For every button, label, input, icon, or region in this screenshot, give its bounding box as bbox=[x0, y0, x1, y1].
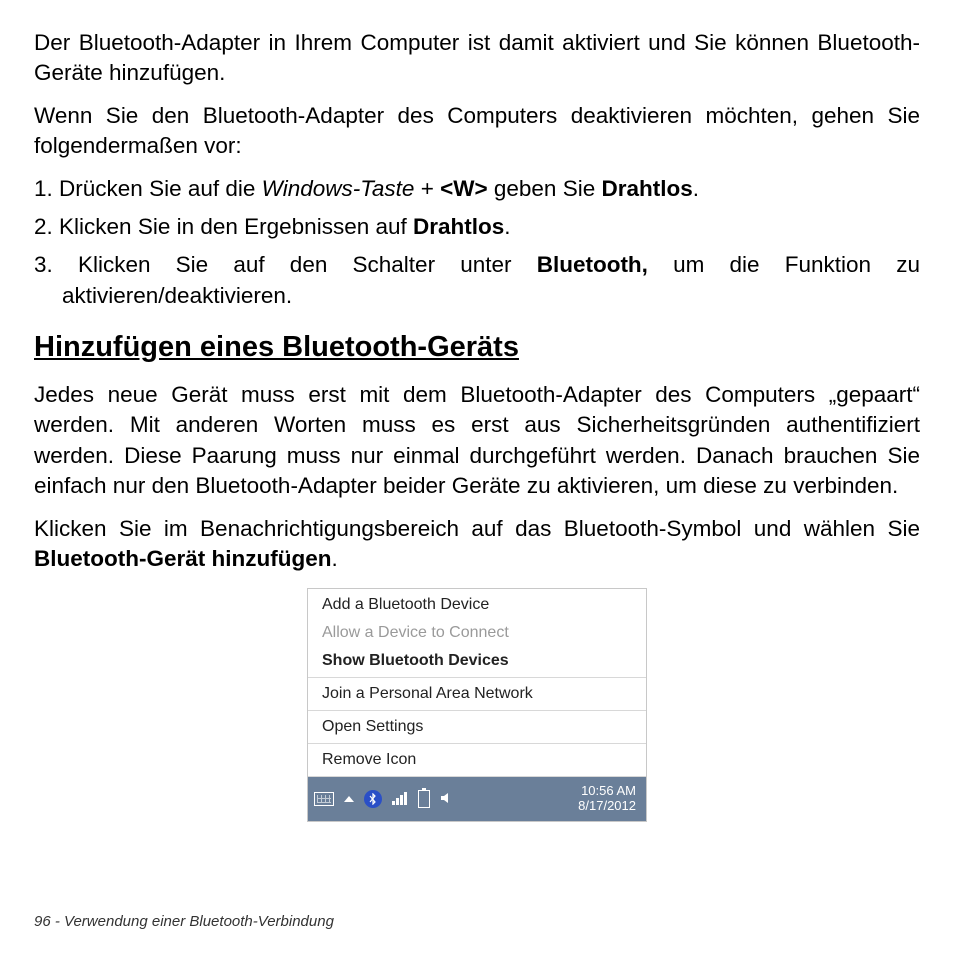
text-bold: <W> bbox=[440, 176, 488, 201]
clock[interactable]: 10:56 AM 8/17/2012 bbox=[578, 784, 640, 814]
volume-icon[interactable] bbox=[440, 791, 454, 808]
step-number: 2. bbox=[34, 214, 59, 239]
text: . bbox=[504, 214, 510, 239]
text: geben Sie bbox=[488, 176, 602, 201]
menu-item-allow-connect: Allow a Device to Connect bbox=[308, 619, 646, 647]
text-bold: Bluetooth-Gerät hinzufügen bbox=[34, 546, 331, 571]
battery-icon[interactable] bbox=[418, 790, 430, 808]
taskbar: 10:56 AM 8/17/2012 bbox=[308, 777, 646, 821]
text-bold: Drahtlos bbox=[413, 214, 504, 239]
text: Drücken Sie auf die bbox=[59, 176, 262, 201]
step-number: 3. bbox=[34, 252, 78, 277]
steps-list: 1. Drücken Sie auf die Windows-Taste + <… bbox=[34, 174, 920, 312]
text: . bbox=[331, 546, 337, 571]
show-hidden-icon[interactable] bbox=[344, 796, 354, 802]
text-bold: Bluetooth, bbox=[537, 252, 648, 277]
step-number: 1. bbox=[34, 176, 59, 201]
time-text: 10:56 AM bbox=[578, 784, 636, 799]
text-italic: Windows-Taste bbox=[262, 176, 415, 201]
menu-item-open-settings[interactable]: Open Settings bbox=[308, 713, 646, 741]
paragraph-pairing: Jedes neue Gerät muss erst mit dem Bluet… bbox=[34, 380, 920, 502]
text: Klicken Sie in den Ergebnissen auf bbox=[59, 214, 413, 239]
step-2: 2. Klicken Sie in den Ergebnissen auf Dr… bbox=[34, 212, 920, 242]
bluetooth-icon[interactable] bbox=[364, 790, 382, 808]
step-1: 1. Drücken Sie auf die Windows-Taste + <… bbox=[34, 174, 920, 204]
text: Klicken Sie auf den Schalter unter bbox=[78, 252, 537, 277]
paragraph-intro: Der Bluetooth-Adapter in Ihrem Computer … bbox=[34, 28, 920, 89]
text-bold: Drahtlos bbox=[601, 176, 692, 201]
menu-item-add-device[interactable]: Add a Bluetooth Device bbox=[308, 591, 646, 619]
text: . bbox=[693, 176, 699, 201]
paragraph-click: Klicken Sie im Benachrichtigungsbereich … bbox=[34, 514, 920, 575]
paragraph-deactivate-intro: Wenn Sie den Bluetooth-Adapter des Compu… bbox=[34, 101, 920, 162]
step-3: 3. Klicken Sie auf den Schalter unter Bl… bbox=[34, 250, 920, 311]
date-text: 8/17/2012 bbox=[578, 799, 636, 814]
text: + bbox=[414, 176, 440, 201]
keyboard-icon[interactable] bbox=[314, 792, 334, 806]
menu-item-join-pan[interactable]: Join a Personal Area Network bbox=[308, 680, 646, 708]
bluetooth-context-menu-screenshot: Add a Bluetooth Device Allow a Device to… bbox=[307, 588, 647, 822]
tray-icons bbox=[314, 790, 454, 808]
text: Klicken Sie im Benachrichtigungsbereich … bbox=[34, 516, 920, 541]
section-heading: Hinzufügen eines Bluetooth-Geräts bbox=[34, 331, 920, 364]
network-icon[interactable] bbox=[392, 791, 408, 808]
menu-item-remove-icon[interactable]: Remove Icon bbox=[308, 746, 646, 774]
menu-item-show-devices[interactable]: Show Bluetooth Devices bbox=[308, 647, 646, 675]
page-footer: 96 - Verwendung einer Bluetooth-Verbindu… bbox=[34, 913, 334, 930]
